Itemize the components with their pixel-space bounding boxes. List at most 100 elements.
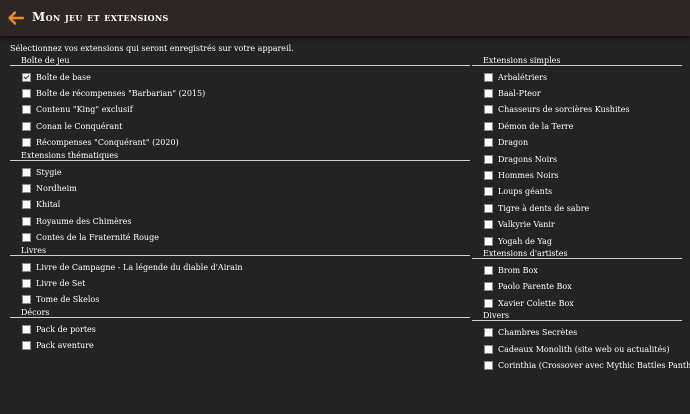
checkbox[interactable]: [484, 265, 493, 275]
checkbox-item-demon-de-la-terre[interactable]: Démon de la Terre: [484, 118, 682, 134]
checkbox[interactable]: [22, 216, 31, 226]
checkbox-label: Démon de la Terre: [498, 121, 574, 131]
checkbox-label: Khitaï: [36, 200, 61, 210]
checkbox[interactable]: [484, 105, 493, 115]
checkbox[interactable]: [22, 72, 31, 82]
checkbox-item-livre-de-campagne-la-legende-du-diable-d-airain[interactable]: Livre de Campagne - La légende du diable…: [22, 259, 470, 275]
checkbox-item-valkyrie-vanir[interactable]: Valkyrie Vanir: [484, 217, 682, 233]
checkbox-label: Tigre à dents de sabre: [498, 203, 590, 213]
checkbox-label: Baal-Pteor: [498, 89, 541, 99]
checkbox-item-livre-de-set[interactable]: Livre de Set: [22, 275, 470, 291]
checkbox[interactable]: [22, 341, 31, 351]
section-title: Extensions simples: [482, 56, 562, 65]
section-decors: Décors Pack de portes Pack aventure: [10, 308, 470, 354]
checkbox[interactable]: [484, 220, 493, 230]
checkbox[interactable]: [22, 262, 31, 272]
checkbox-label: Pack aventure: [36, 341, 94, 351]
checkbox-item-khitai[interactable]: Khitaï: [22, 197, 470, 213]
checkbox-label: Loups géants: [498, 187, 553, 197]
checkbox[interactable]: [484, 187, 493, 197]
checkbox-item-royaume-des-chimeres[interactable]: Royaume des Chimères: [22, 213, 470, 229]
checkbox[interactable]: [484, 138, 493, 148]
checkbox[interactable]: [484, 171, 493, 181]
checkbox[interactable]: [22, 121, 31, 131]
section-title: Décors: [20, 308, 51, 318]
checkbox[interactable]: [22, 138, 31, 148]
checkbox-item-corinthia-crossover-avec-mythic-battles-pantheon[interactable]: Corinthia (Crossover avec Mythic Battles…: [484, 357, 690, 373]
checkbox[interactable]: [22, 324, 31, 334]
checkbox-item-pack-aventure[interactable]: Pack aventure: [22, 337, 470, 353]
checkbox-label: Xavier Colette Box: [498, 298, 574, 308]
checkbox[interactable]: [22, 89, 31, 99]
checkbox-list: Livre de Campagne - La légende du diable…: [10, 259, 470, 308]
checkbox-item-paolo-parente-box[interactable]: Paolo Parente Box: [484, 279, 682, 295]
checkbox-item-conan-le-conquerant[interactable]: Conan le Conquérant: [22, 118, 470, 134]
section-divider: [10, 317, 470, 319]
section-header: Décors: [10, 308, 470, 321]
checkbox[interactable]: [484, 89, 493, 99]
checkbox[interactable]: [484, 121, 493, 131]
left-column: Boîte de jeu Boîte de base Boîte de récomp…: [10, 56, 470, 354]
checkbox-label: Paolo Parente Box: [498, 282, 572, 292]
checkbox[interactable]: [484, 203, 493, 213]
checkbox[interactable]: [22, 167, 31, 177]
checkbox-item-cadeaux-monolith-site-web-ou-actualites[interactable]: Cadeaux Monolith (site web ou actualités…: [484, 341, 682, 357]
section-extensions-d-artistes: Extensions d'artistes Brom Box Paolo Paren…: [472, 249, 682, 311]
checkbox[interactable]: [22, 184, 31, 194]
checkbox-list: Brom Box Paolo Parente Box Xavier Colette …: [472, 262, 682, 311]
checkbox-item-dragon[interactable]: Dragon: [484, 135, 682, 151]
checkbox-item-recompenses-conquerant-2020[interactable]: Récompenses "Conquérant" (2020): [22, 135, 470, 151]
checkbox-label: Contenu "King" exclusif: [36, 105, 133, 115]
checkbox[interactable]: [484, 72, 493, 82]
checkbox[interactable]: [22, 278, 31, 288]
checkbox-item-boite-de-recompenses-barbarian-2015[interactable]: Boîte de récompenses "Barbarian" (2015): [22, 85, 470, 101]
checkbox[interactable]: [484, 282, 493, 292]
section-boite-de-jeu: Boîte de jeu Boîte de base Boîte de récomp…: [10, 56, 470, 151]
checkbox-item-yogah-de-yag[interactable]: Yogah de Yag: [484, 233, 682, 249]
checkbox-item-dragons-noirs[interactable]: Dragons Noirs: [484, 151, 682, 167]
checkbox-label: Nordheim: [36, 184, 77, 194]
checkbox[interactable]: [484, 154, 493, 164]
checkbox-item-brom-box[interactable]: Brom Box: [484, 262, 682, 278]
checkbox-item-hommes-noirs[interactable]: Hommes Noirs: [484, 167, 682, 183]
checkbox-item-boite-de-base[interactable]: Boîte de base: [22, 69, 470, 85]
checkbox[interactable]: [484, 298, 493, 308]
section-divider: [10, 65, 470, 66]
checkbox-item-pack-de-portes[interactable]: Pack de portes: [22, 321, 470, 337]
checkbox-item-stygie[interactable]: Stygie: [22, 164, 470, 180]
checkbox-label: Dragons Noirs: [498, 154, 558, 164]
checkbox[interactable]: [484, 236, 493, 246]
checkbox-item-tigre-a-dents-de-sabre[interactable]: Tigre à dents de sabre: [484, 200, 682, 216]
checkbox[interactable]: [22, 233, 31, 243]
section-header: Extensions simples: [472, 56, 682, 69]
section-extensions-thematiques: Extensions thématiques Stygie Nordheim Khit…: [10, 150, 470, 246]
checkbox-label: Valkyrie Vanir: [498, 220, 555, 230]
section-title: Extensions d'artistes: [482, 249, 569, 259]
checkbox[interactable]: [22, 105, 31, 115]
checkbox-item-contenu-king-exclusif[interactable]: Contenu "King" exclusif: [22, 102, 470, 118]
section-divider: [472, 65, 682, 66]
checkbox-item-xavier-colette-box[interactable]: Xavier Colette Box: [484, 295, 682, 311]
checkbox-item-chambres-secretes[interactable]: Chambres Secrètes: [484, 324, 682, 340]
checkbox-item-chasseurs-de-sorcieres-kushites[interactable]: Chasseurs de sorcières Kushites: [484, 102, 682, 118]
checkbox-item-tome-de-skelos[interactable]: Tome de Skelos: [22, 292, 470, 308]
checkbox-list: Stygie Nordheim Khitaï Royaume des Chimères…: [10, 164, 470, 246]
checkbox-item-baal-pteor[interactable]: Baal-Pteor: [484, 85, 682, 101]
checkbox[interactable]: [22, 200, 31, 210]
section-header: Livres: [10, 245, 470, 259]
page-title: Mon jeu et extensions: [32, 10, 169, 24]
checkbox-item-loups-geants[interactable]: Loups géants: [484, 184, 682, 200]
checkbox-label: Boîte de base: [36, 72, 91, 82]
intro-text: Sélectionnez vos extensions qui seront e…: [10, 44, 294, 53]
arrow-left-icon[interactable]: [7, 9, 25, 27]
checkbox[interactable]: [484, 328, 493, 338]
section-divider: [472, 320, 682, 322]
checkbox-label: Livre de Campagne - La légende du diable…: [36, 262, 243, 272]
checkbox-label: Cadeaux Monolith (site web ou actualités…: [498, 344, 670, 354]
checkbox[interactable]: [22, 295, 31, 305]
checkbox-item-nordheim[interactable]: Nordheim: [22, 180, 470, 196]
checkbox-item-contes-de-la-fraternite-rouge[interactable]: Contes de la Fraternité Rouge: [22, 230, 470, 246]
checkbox-item-arbaletriers[interactable]: Arbalétriers: [484, 69, 682, 85]
checkbox[interactable]: [484, 360, 493, 370]
checkbox[interactable]: [484, 344, 493, 354]
